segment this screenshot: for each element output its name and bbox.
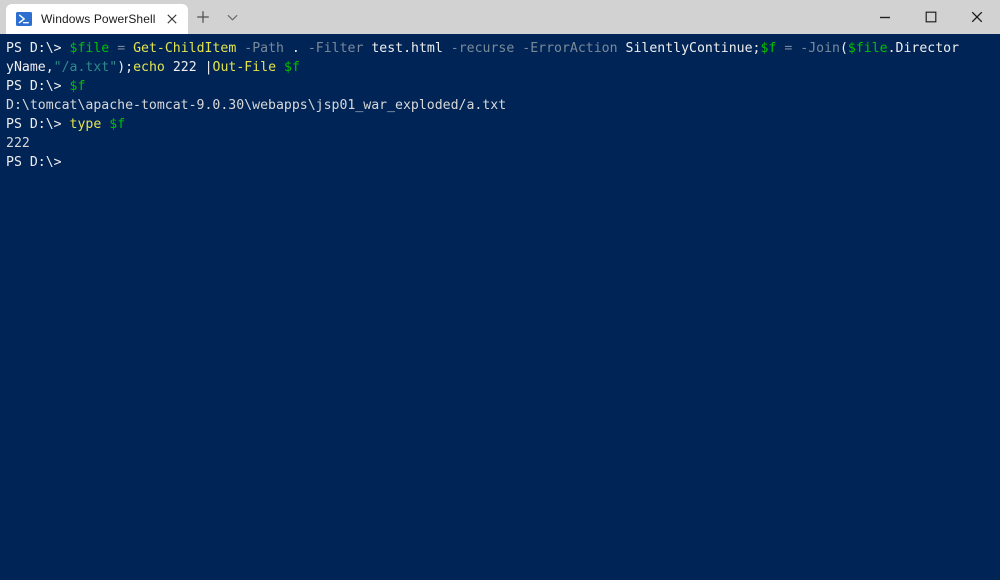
window-controls — [862, 0, 1000, 34]
console-token: | — [204, 60, 213, 75]
tab-menu-button[interactable] — [218, 3, 248, 31]
chevron-down-icon — [227, 14, 238, 20]
console-token — [197, 60, 205, 75]
minimize-icon — [880, 16, 890, 19]
console-token: type — [69, 117, 102, 132]
console-token: Out-File — [212, 60, 277, 75]
console-token: -ErrorAction — [522, 41, 618, 56]
console-line: 222 — [6, 134, 1000, 153]
console-token: -Join — [800, 41, 840, 56]
console-token: -recurse — [450, 41, 515, 56]
console-token — [618, 41, 626, 56]
window-close-icon — [971, 11, 983, 23]
console-token: $file — [847, 41, 888, 56]
powershell-icon — [16, 12, 32, 26]
console-token: ; — [752, 41, 761, 56]
console-token: $f — [760, 41, 777, 56]
console-token: 222 — [172, 60, 197, 75]
title-bar: Windows PowerShell — [0, 0, 1000, 34]
console-token: $file — [69, 41, 110, 56]
console-line: PS D:\> $f — [6, 77, 1000, 96]
close-glyph — [166, 14, 177, 24]
console-output: PS D:\> $file = Get-ChildItem -Path . -F… — [6, 39, 1000, 172]
console-token: SilentlyContinue — [625, 41, 753, 56]
console-token: ) — [117, 60, 126, 75]
console-token: , — [45, 60, 54, 75]
console-token: D:\tomcat\apache-tomcat-9.0.30\webapps\j… — [6, 98, 507, 113]
console-token: test.html — [371, 41, 443, 56]
maximize-button[interactable] — [908, 0, 954, 34]
console-line: PS D:\> — [6, 153, 1000, 172]
tab-label: Windows PowerShell — [41, 12, 156, 26]
powershell-window: Windows PowerShell PS D:\> $file = Get-C… — [0, 0, 1000, 580]
tab-close-icon[interactable] — [162, 9, 182, 29]
console-line: yName,"/a.txt");echo 222 |Out-File $f — [6, 58, 1000, 77]
console-token — [109, 41, 117, 56]
maximize-icon — [925, 11, 937, 23]
console-token: $f — [109, 117, 126, 132]
console-token: PS D:\> — [6, 117, 70, 132]
console-token: .Director — [887, 41, 960, 56]
console-token — [165, 60, 173, 75]
terminal-surface[interactable]: PS D:\> $file = Get-ChildItem -Path . -F… — [0, 34, 1000, 580]
console-token: -Filter — [307, 41, 364, 56]
console-token — [284, 41, 292, 56]
console-token: . — [291, 41, 300, 56]
console-token — [125, 41, 133, 56]
tab-actions — [188, 2, 248, 34]
console-line: PS D:\> type $f — [6, 115, 1000, 134]
console-token: -Path — [244, 41, 284, 56]
minimize-button[interactable] — [862, 0, 908, 34]
console-token — [443, 41, 451, 56]
console-token: = — [117, 41, 126, 56]
console-token: $f — [69, 79, 86, 94]
tab-strip: Windows PowerShell — [0, 0, 248, 34]
console-token: yName — [6, 60, 46, 75]
console-token: PS D:\> — [6, 155, 62, 170]
plus-icon — [196, 11, 209, 23]
console-token: PS D:\> — [6, 41, 70, 56]
console-token — [300, 41, 308, 56]
console-token: ; — [125, 60, 134, 75]
tab-windows-powershell[interactable]: Windows PowerShell — [6, 4, 188, 34]
new-tab-button[interactable] — [188, 3, 218, 31]
close-button[interactable] — [954, 0, 1000, 34]
console-token — [276, 60, 284, 75]
console-token: $f — [284, 60, 300, 75]
console-line: D:\tomcat\apache-tomcat-9.0.30\webapps\j… — [6, 96, 1000, 115]
console-token: ( — [839, 41, 848, 56]
console-token: "/a.txt" — [53, 60, 118, 75]
console-token: echo — [133, 60, 165, 75]
console-token: 222 — [6, 136, 30, 151]
console-line: PS D:\> $file = Get-ChildItem -Path . -F… — [6, 39, 1000, 58]
console-token: Get-ChildItem — [133, 41, 237, 56]
console-token: PS D:\> — [6, 79, 70, 94]
